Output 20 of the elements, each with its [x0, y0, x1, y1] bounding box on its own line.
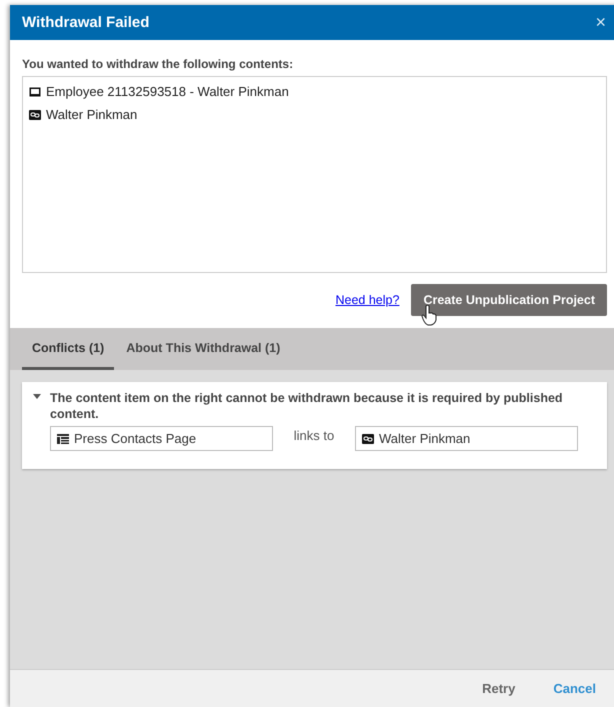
retry-button[interactable]: Retry — [472, 677, 526, 700]
link-icon — [29, 110, 41, 120]
field-value: Walter Pinkman — [379, 431, 470, 446]
link-icon — [362, 434, 374, 444]
create-project-button[interactable]: Create Unpublication Project — [411, 284, 607, 316]
page-layout-icon — [57, 434, 69, 444]
relation-label: links to — [292, 428, 336, 443]
target-field[interactable]: Walter Pinkman — [355, 426, 578, 451]
content-item[interactable]: Employee 21132593518 - Walter Pinkman — [46, 84, 289, 99]
conflict-message: The content item on the right cannot be withdrawn because it is required by published content. — [50, 390, 564, 422]
close-button[interactable]: × — [595, 12, 606, 33]
window-title: Withdrawal Failed — [22, 14, 150, 31]
hand-cursor-icon — [421, 304, 438, 326]
source-field[interactable]: Press Contacts Page — [50, 426, 273, 451]
intro-label: You wanted to withdraw the following contents: — [22, 57, 294, 71]
monitor-icon — [29, 86, 41, 96]
content-item[interactable]: Walter Pinkman — [46, 107, 138, 122]
help-link[interactable]: Need help? — [335, 293, 400, 307]
tab[interactable]: About This Withdrawal (1) — [116, 328, 290, 370]
field-value: Press Contacts Page — [74, 431, 196, 446]
